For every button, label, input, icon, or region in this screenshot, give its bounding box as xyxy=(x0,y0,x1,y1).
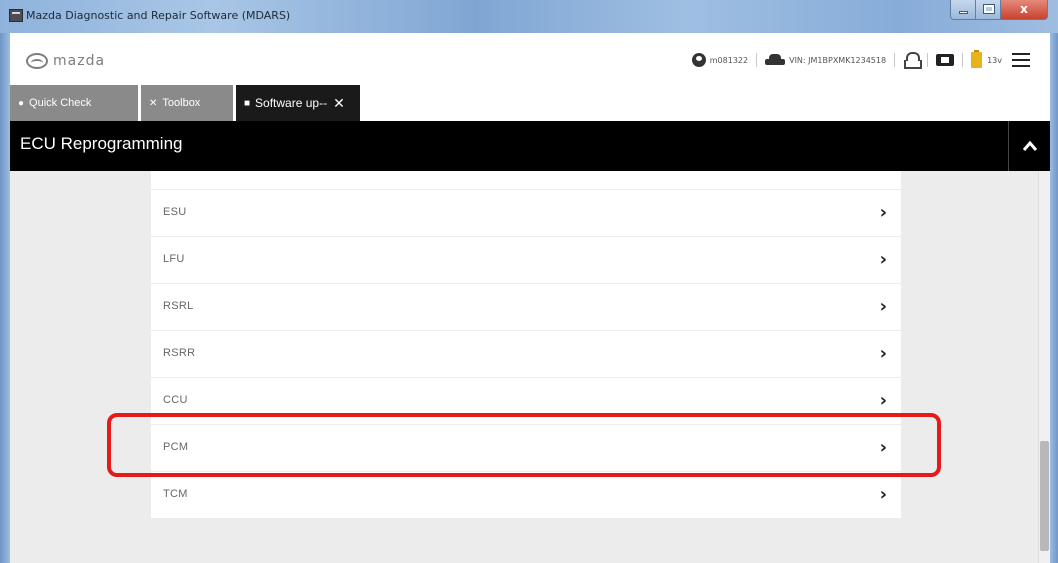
vci-icon[interactable] xyxy=(936,54,955,66)
tab-quick-check[interactable]: ● Quick Check xyxy=(10,85,138,121)
separator xyxy=(894,53,896,67)
vertical-scrollbar[interactable] xyxy=(1038,171,1050,563)
module-row[interactable]: › xyxy=(151,171,901,189)
mazda-logo-icon xyxy=(26,53,48,69)
collapse-button[interactable] xyxy=(1008,121,1050,171)
scrollbar-thumb[interactable] xyxy=(1040,441,1049,551)
chevron-right-icon: › xyxy=(880,171,887,174)
module-label: CCU xyxy=(163,394,188,406)
app-header: mazda m081322 VIN: JM1BPXMK1234518 13v xyxy=(10,33,1050,85)
window-controls: x xyxy=(950,0,1048,20)
battery-icon xyxy=(971,50,983,68)
user-id: m081322 xyxy=(709,55,749,65)
mazda-logo: mazda xyxy=(26,50,105,72)
logo-text: mazda xyxy=(53,53,106,69)
app-window: Mazda Diagnostic and Repair Software (MD… xyxy=(0,0,1058,563)
window-frame-left xyxy=(0,33,10,563)
chevron-up-icon xyxy=(1022,140,1037,151)
minimize-icon xyxy=(959,11,968,14)
separator xyxy=(756,53,758,67)
tab-label: Software up-- xyxy=(255,96,328,110)
chip-icon: ■ xyxy=(244,97,251,109)
module-row-esu[interactable]: ESU › xyxy=(151,189,901,236)
window-title: Mazda Diagnostic and Repair Software (MD… xyxy=(26,9,291,22)
chevron-right-icon: › xyxy=(879,202,887,223)
module-label: RSRR xyxy=(163,347,196,359)
chevron-right-icon: › xyxy=(879,343,887,364)
car-icon xyxy=(765,54,786,66)
section-title: ECU Reprogramming xyxy=(20,134,183,153)
separator xyxy=(962,53,964,67)
module-list-panel: › ESU › LFU › RSRL › RSRR › CCU › xyxy=(10,171,1050,563)
module-label: TCM xyxy=(163,488,188,500)
module-label: RSRL xyxy=(163,300,194,312)
module-label: LFU xyxy=(163,253,185,265)
hamburger-menu-icon[interactable] xyxy=(1012,53,1030,67)
technician-icon[interactable] xyxy=(903,52,923,69)
close-button[interactable]: x xyxy=(1000,0,1048,20)
tab-toolbox[interactable]: ✕ Toolbox xyxy=(141,85,233,121)
maximize-icon xyxy=(983,4,995,14)
vin-text: VIN: JM1BPXMK1234518 xyxy=(789,55,887,65)
tab-label: Quick Check xyxy=(29,97,92,109)
tab-close-icon[interactable]: ✕ xyxy=(333,95,345,112)
module-row-rsrl[interactable]: RSRL › xyxy=(151,283,901,330)
module-row-tcm[interactable]: TCM › xyxy=(151,471,901,518)
pcm-highlight-annotation xyxy=(107,413,941,477)
chevron-right-icon: › xyxy=(879,484,887,505)
header-status: m081322 VIN: JM1BPXMK1234518 13v xyxy=(691,49,1030,71)
maximize-button[interactable] xyxy=(975,0,1001,20)
battery-voltage: 13v xyxy=(987,55,1002,65)
tab-label: Toolbox xyxy=(162,97,201,109)
title-bar: Mazda Diagnostic and Repair Software (MD… xyxy=(0,0,1058,33)
module-row-rsrr[interactable]: RSRR › xyxy=(151,330,901,377)
window-frame-right xyxy=(1050,33,1058,563)
tab-software-update[interactable]: ■ Software up-- ✕ xyxy=(236,85,360,121)
module-label: ESU xyxy=(163,206,187,218)
section-header: ECU Reprogramming xyxy=(10,121,1050,171)
tab-bar: ● Quick Check ✕ Toolbox ■ Software up-- … xyxy=(10,85,1050,121)
app-icon xyxy=(9,9,23,22)
tools-icon: ✕ xyxy=(149,97,158,109)
chevron-right-icon: › xyxy=(879,249,887,270)
chevron-right-icon: › xyxy=(879,390,887,411)
module-row-lfu[interactable]: LFU › xyxy=(151,236,901,283)
car-icon: ● xyxy=(18,97,25,109)
user-icon xyxy=(691,53,706,67)
minimize-button[interactable] xyxy=(950,0,976,20)
chevron-right-icon: › xyxy=(879,296,887,317)
separator xyxy=(927,53,929,67)
